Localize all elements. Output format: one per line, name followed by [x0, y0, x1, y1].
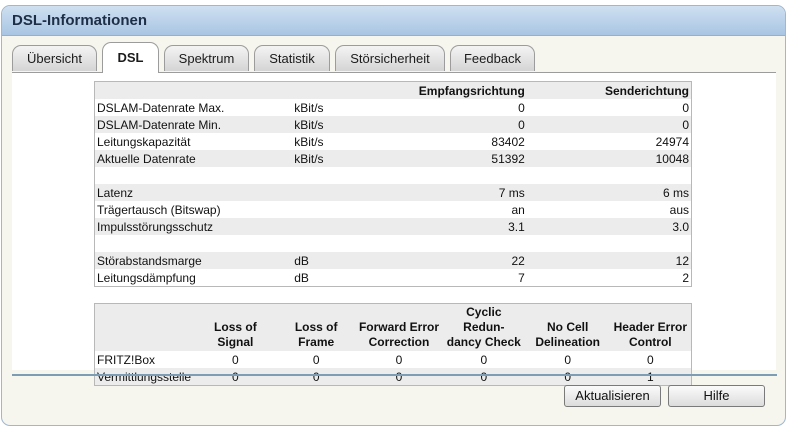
panel-title: DSL-Informationen [12, 12, 147, 29]
row-label: Leitungsdämpfung [97, 270, 196, 285]
tab-stoersicherheit[interactable]: Störsicherheit [335, 45, 445, 71]
error-count: 0 [276, 368, 357, 386]
row-label: DSLAM-Datenrate Max. [97, 100, 225, 115]
row-unit: dB [294, 270, 309, 285]
error-count: 0 [194, 368, 277, 386]
row-unit: kBit/s [292, 150, 392, 167]
row-rx: 22 [391, 252, 527, 269]
row-tx: 0 [682, 100, 689, 115]
info-row: DSLAM-Datenrate Min. kBit/s 0 0 [94, 116, 692, 133]
row-label: Störabstandsmarge [94, 252, 293, 269]
row-unit [292, 201, 392, 218]
error-row: Vermittlungsstelle 0 0 0 0 0 1 [94, 368, 692, 386]
tab-feedback[interactable]: Feedback [450, 45, 535, 71]
row-tx [527, 167, 692, 184]
row-unit [292, 167, 392, 184]
error-column-header: Cyclic Redun-dancy Check [441, 303, 526, 351]
error-count: 0 [312, 352, 320, 367]
row-tx: 2 [682, 270, 689, 285]
row-tx: 0 [526, 116, 692, 133]
error-count: 0 [356, 368, 442, 386]
row-label: DSLAM-Datenrate Min. [94, 116, 293, 133]
row-tx: 10048 [526, 150, 692, 167]
row-rx: 7 [518, 270, 525, 285]
info-row: Trägertausch (Bitswap) an aus [95, 201, 692, 218]
header-senderichtung: Senderichtung [526, 81, 692, 99]
error-count: 0 [395, 352, 403, 367]
row-label [95, 167, 293, 184]
row-rx: 7 ms [391, 184, 527, 201]
row-tx: 3.0 [526, 218, 692, 235]
row-unit [292, 235, 392, 252]
error-column-header: No Cell Delineation [525, 303, 610, 351]
error-row: FRITZ!Box 0 0 0 0 0 0 [95, 351, 692, 368]
tab-dsl[interactable]: DSL [102, 42, 159, 73]
row-tx [527, 235, 692, 252]
row-unit: kBit/s [294, 100, 324, 115]
dsl-info-table: Empfangsrichtung Senderichtung DSLAM-Dat… [94, 81, 692, 287]
row-label: Impulsstörungsschutz [94, 218, 293, 235]
row-unit: kBit/s [294, 134, 324, 149]
info-row: DSLAM-Datenrate Max. kBit/s 0 0 [95, 99, 692, 116]
divider [12, 374, 777, 376]
error-row-label: FRITZ!Box [97, 352, 156, 367]
row-unit [292, 218, 392, 235]
row-rx: an [511, 202, 525, 217]
dsl-info-panel: DSL-Informationen Übersicht DSL Spektrum… [1, 5, 786, 426]
tab-content: Empfangsrichtung Senderichtung DSLAM-Dat… [12, 72, 776, 386]
row-rx [392, 167, 527, 184]
row-tx: 6 ms [526, 184, 692, 201]
error-count: 0 [480, 352, 488, 367]
row-rx [392, 235, 527, 252]
row-tx: aus [669, 202, 689, 217]
error-column-header: Loss of Signal [194, 303, 277, 351]
refresh-button[interactable]: Aktualisieren [564, 385, 661, 407]
row-label: Latenz [94, 184, 293, 201]
row-tx: 12 [526, 252, 692, 269]
row-label [95, 235, 293, 252]
info-row: Aktuelle Datenrate kBit/s 51392 10048 [94, 150, 692, 167]
row-unit: dB [292, 252, 392, 269]
row-label: Trägertausch (Bitswap) [97, 202, 221, 217]
info-row: Störabstandsmarge dB 22 12 [94, 252, 692, 269]
row-rx: 51392 [391, 150, 527, 167]
error-row-label: Vermittlungsstelle [94, 368, 195, 386]
error-count: 0 [564, 352, 572, 367]
tab-spektrum[interactable]: Spektrum [164, 45, 249, 71]
info-row: Impulsstörungsschutz 3.1 3.0 [94, 218, 692, 235]
row-label: Leitungskapazität [97, 134, 191, 149]
error-column-header: Header Error Control [609, 303, 692, 351]
info-row: Latenz 7 ms 6 ms [94, 184, 692, 201]
error-column-header: Loss of Frame [276, 303, 357, 351]
info-row [95, 167, 692, 184]
header-empfangsrichtung: Empfangsrichtung [391, 81, 527, 99]
row-unit [292, 184, 392, 201]
row-rx: 83402 [491, 134, 525, 149]
row-label: Aktuelle Datenrate [94, 150, 293, 167]
row-rx: 3.1 [391, 218, 527, 235]
row-unit: kBit/s [292, 116, 392, 133]
row-rx: 0 [391, 116, 527, 133]
tab-statistik[interactable]: Statistik [254, 45, 330, 71]
info-row: Leitungsdämpfung dB 7 2 [95, 269, 692, 287]
error-column-header: Forward Error Correction [356, 303, 442, 351]
tab-uebersicht[interactable]: Übersicht [12, 45, 97, 71]
info-row [95, 235, 692, 252]
row-rx: 0 [518, 100, 525, 115]
row-tx: 24974 [655, 134, 689, 149]
info-row: Leitungskapazität kBit/s 83402 24974 [95, 133, 692, 150]
error-count: 0 [441, 368, 526, 386]
error-count: 1 [609, 368, 692, 386]
error-count: 0 [646, 352, 654, 367]
help-button[interactable]: Hilfe [668, 385, 765, 407]
error-count: 0 [525, 368, 610, 386]
error-count: 0 [232, 352, 239, 367]
